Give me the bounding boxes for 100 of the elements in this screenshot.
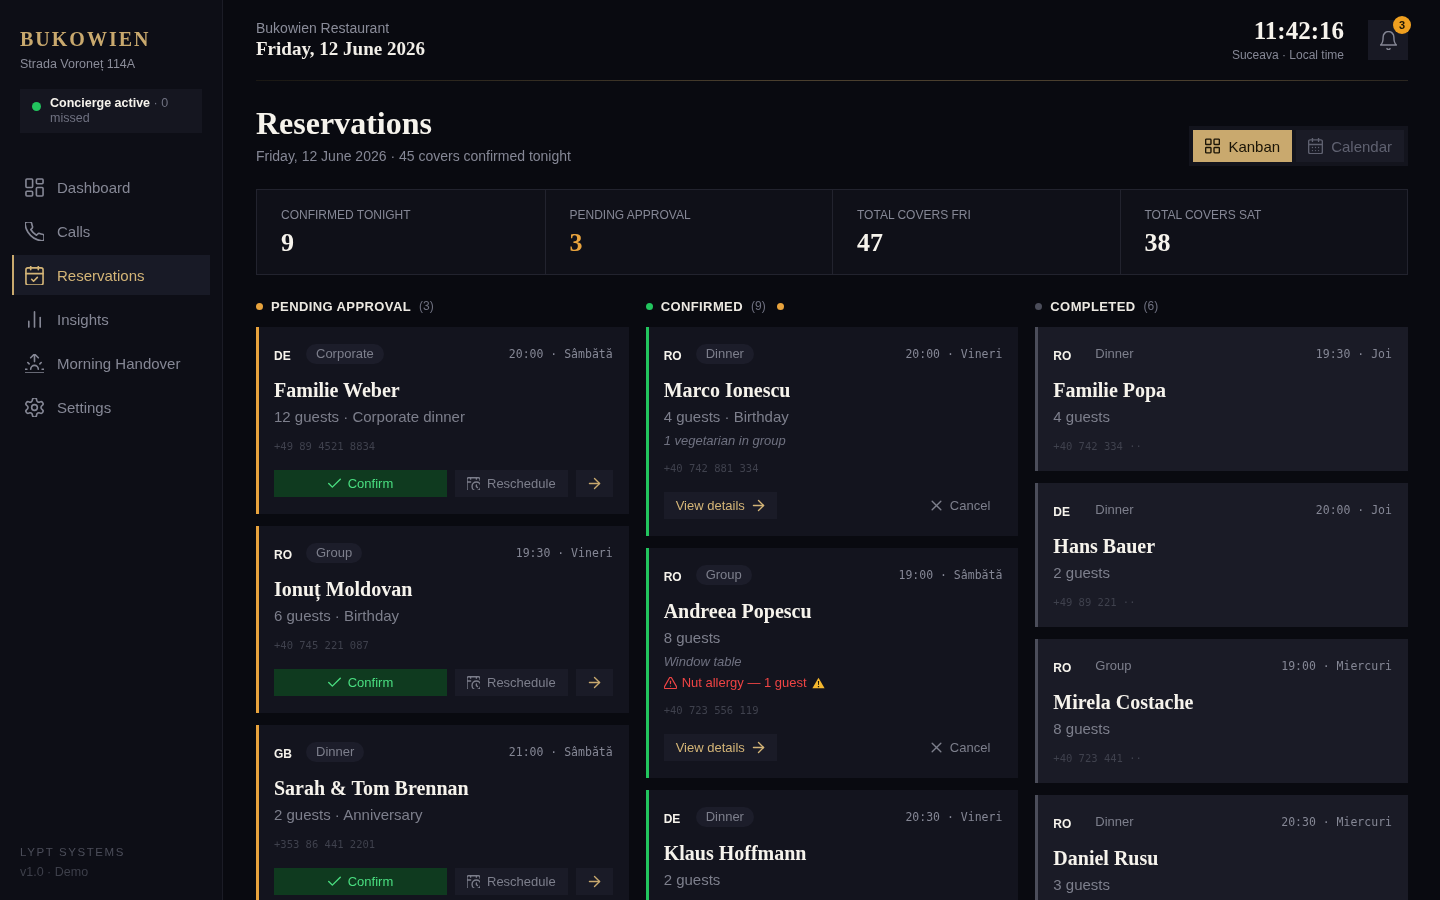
stat-label: CONFIRMED TONIGHT bbox=[281, 207, 411, 223]
reservation-time: 19:00 · Sâmbătă bbox=[898, 568, 1003, 582]
calendar-check-icon bbox=[25, 265, 44, 285]
nav-item[interactable]: Settings bbox=[12, 387, 210, 427]
guest-name: Sarah & Tom Brennan bbox=[274, 776, 469, 800]
warning-icon bbox=[811, 677, 825, 689]
check-icon bbox=[327, 676, 341, 689]
reschedule-button[interactable]: Reschedule bbox=[455, 868, 568, 895]
bar-chart-icon bbox=[25, 309, 44, 329]
stat-value: 38 bbox=[1144, 228, 1171, 258]
dashboard-icon bbox=[25, 177, 44, 197]
party-details: 4 guests bbox=[1053, 407, 1111, 427]
reservation-time: 20:30 · Vineri bbox=[905, 810, 1003, 824]
country-code: DE bbox=[274, 348, 292, 363]
nav-item[interactable]: Insights bbox=[12, 299, 210, 339]
party-details: 12 guests · Corporate dinner bbox=[274, 407, 465, 427]
country-code: RO bbox=[274, 547, 293, 562]
column-title: COMPLETED bbox=[1050, 298, 1136, 314]
reservation-time: 19:30 · Joi bbox=[1315, 347, 1392, 361]
reschedule-button[interactable]: Reschedule bbox=[455, 470, 568, 497]
confirm-button[interactable]: Confirm bbox=[274, 868, 447, 895]
party-details: 4 guests · Birthday bbox=[663, 407, 789, 427]
allergy-warning: Nut allergy — 1 guest bbox=[681, 674, 807, 692]
stat-value: 9 bbox=[281, 228, 294, 258]
guest-name: Mirela Costache bbox=[1053, 690, 1194, 714]
current-date: Friday, 12 June 2026 bbox=[256, 37, 425, 61]
warning-icon bbox=[663, 677, 677, 689]
country-code: GB bbox=[274, 746, 293, 761]
party-details: 2 guests · Anniversary bbox=[274, 805, 423, 825]
country-code: RO bbox=[663, 348, 683, 363]
reservation-time: 19:30 · Vineri bbox=[515, 546, 613, 560]
occasion-label: Dinner bbox=[1094, 345, 1135, 363]
party-details: 3 guests bbox=[1053, 875, 1111, 895]
column-count: (9) bbox=[751, 299, 766, 313]
party-details: 2 guests bbox=[663, 870, 721, 890]
country-code: DE bbox=[663, 811, 682, 826]
stat-label: TOTAL COVERS FRI bbox=[857, 207, 971, 223]
guest-name: Klaus Hoffmann bbox=[663, 841, 807, 865]
guest-name: Ionuț Moldovan bbox=[274, 577, 413, 601]
guest-name: Familie Popa bbox=[1053, 378, 1167, 402]
country-code: RO bbox=[1053, 660, 1073, 675]
stat-value: 47 bbox=[857, 228, 883, 258]
occasion-tag: Dinner bbox=[306, 742, 365, 762]
restaurant-name: Bukowien Restaurant bbox=[256, 19, 390, 37]
occasion-tag: Corporate bbox=[306, 344, 384, 364]
open-button[interactable] bbox=[575, 669, 613, 696]
confirm-button[interactable]: Confirm bbox=[274, 669, 447, 696]
column-title: PENDING APPROVAL bbox=[271, 298, 412, 314]
stat-value: 3 bbox=[569, 228, 583, 258]
party-details: 8 guests bbox=[1053, 719, 1111, 739]
cancel-button[interactable]: Cancel bbox=[917, 734, 991, 761]
nav-item[interactable]: Reservations bbox=[12, 255, 210, 295]
clock-time: 11:42:16 bbox=[1253, 17, 1344, 45]
view-details-button[interactable]: View details bbox=[663, 492, 777, 519]
confirm-button[interactable]: Confirm bbox=[274, 470, 447, 497]
country-code: RO bbox=[1053, 348, 1073, 363]
view-tab[interactable]: Kanban bbox=[1193, 130, 1293, 162]
guest-name: Marco Ionescu bbox=[663, 378, 791, 402]
view-tab[interactable]: Calendar bbox=[1296, 130, 1404, 162]
page-subtitle: Friday, 12 June 2026 · 45 covers confirmed tonight bbox=[256, 147, 571, 166]
check-icon bbox=[327, 875, 341, 888]
column-count: (3) bbox=[419, 299, 434, 313]
guest-name: Daniel Rusu bbox=[1053, 846, 1159, 870]
guest-name: Familie Weber bbox=[274, 378, 400, 402]
close-icon bbox=[929, 741, 943, 754]
party-details: 6 guests · Birthday bbox=[274, 606, 400, 626]
close-icon bbox=[929, 499, 943, 512]
grid-icon bbox=[1205, 138, 1221, 154]
brand-address: Strada Voroneț 114A bbox=[20, 56, 136, 72]
reschedule-button[interactable]: Reschedule bbox=[455, 669, 568, 696]
reservation-time: 21:00 · Sâmbătă bbox=[508, 745, 613, 759]
stat-label: TOTAL COVERS SAT bbox=[1144, 207, 1262, 223]
bell-icon bbox=[1379, 30, 1397, 50]
view-details-button[interactable]: View details bbox=[663, 734, 777, 761]
nav-item[interactable]: Calls bbox=[12, 211, 210, 251]
cancel-button[interactable]: Cancel bbox=[917, 492, 991, 519]
country-code: RO bbox=[1053, 816, 1073, 831]
occasion-label: Dinner bbox=[1094, 813, 1135, 831]
reservation-time: 20:00 · Vineri bbox=[905, 347, 1003, 361]
notification-badge: 3 bbox=[1393, 16, 1411, 34]
reservation-time: 20:00 · Sâmbătă bbox=[508, 347, 613, 361]
guest-name: Hans Bauer bbox=[1053, 534, 1155, 558]
reservation-time: 20:00 · Joi bbox=[1315, 503, 1392, 517]
country-code: DE bbox=[1053, 504, 1071, 519]
stat-label: PENDING APPROVAL bbox=[569, 207, 691, 223]
nav-item[interactable]: Morning Handover bbox=[12, 343, 210, 383]
reservation-time: 20:30 · Miercuri bbox=[1281, 815, 1392, 829]
reservation-time: 19:00 · Miercuri bbox=[1281, 659, 1392, 673]
column-count: (6) bbox=[1143, 299, 1159, 313]
guest-name: Andreea Popescu bbox=[663, 599, 812, 623]
occasion-tag: Dinner bbox=[695, 807, 754, 827]
sunrise-icon bbox=[25, 353, 44, 373]
open-button[interactable] bbox=[575, 868, 613, 895]
occasion-tag: Group bbox=[306, 543, 363, 563]
open-button[interactable] bbox=[575, 470, 613, 497]
brand-logo: BUKOWIEN bbox=[20, 27, 151, 52]
nav-item[interactable]: Dashboard bbox=[12, 167, 210, 207]
page-title: Reservations bbox=[256, 105, 432, 141]
column-title: CONFIRMED bbox=[660, 298, 743, 314]
reservation-note: 1 vegetarian in group bbox=[663, 432, 786, 450]
